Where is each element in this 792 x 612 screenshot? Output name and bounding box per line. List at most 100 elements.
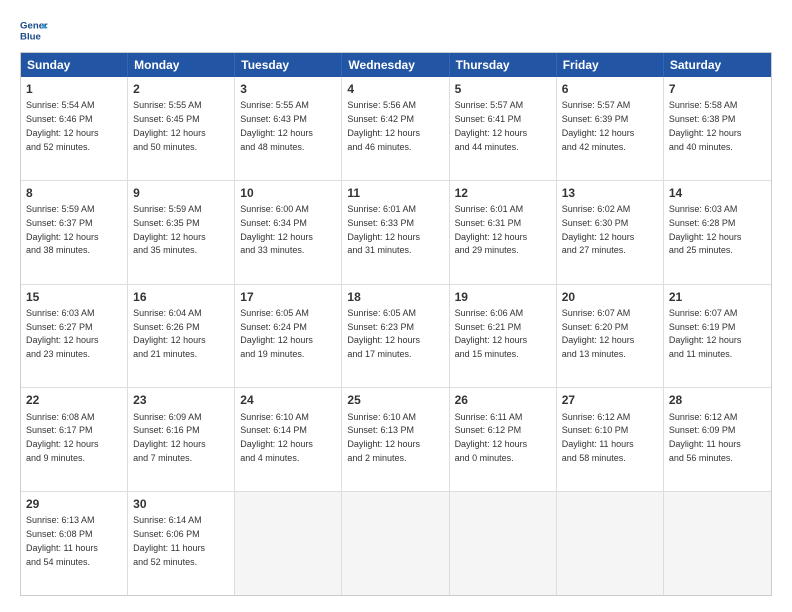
day-number: 10 — [240, 185, 336, 201]
day-number: 19 — [455, 289, 551, 305]
day-cell-15: 15 Sunrise: 6:03 AM Sunset: 6:27 PM Dayli… — [21, 285, 128, 388]
day-cell-27: 27 Sunrise: 6:12 AM Sunset: 6:10 PM Dayli… — [557, 388, 664, 491]
day-number: 22 — [26, 392, 122, 408]
calendar-page: General Blue SundayMondayTuesdayWednesda… — [0, 0, 792, 612]
empty-cell — [557, 492, 664, 595]
day-cell-21: 21 Sunrise: 6:07 AM Sunset: 6:19 PM Dayli… — [664, 285, 771, 388]
day-number: 2 — [133, 81, 229, 97]
day-info: Sunrise: 6:05 AM Sunset: 6:23 PM Dayligh… — [347, 308, 420, 359]
header-day-monday: Monday — [128, 53, 235, 77]
calendar-row-4: 22 Sunrise: 6:08 AM Sunset: 6:17 PM Dayli… — [21, 387, 771, 491]
day-number: 17 — [240, 289, 336, 305]
day-info: Sunrise: 6:11 AM Sunset: 6:12 PM Dayligh… — [455, 412, 528, 463]
day-info: Sunrise: 5:55 AM Sunset: 6:43 PM Dayligh… — [240, 100, 313, 151]
calendar-header: SundayMondayTuesdayWednesdayThursdayFrid… — [21, 53, 771, 77]
day-info: Sunrise: 6:13 AM Sunset: 6:08 PM Dayligh… — [26, 515, 98, 566]
day-info: Sunrise: 6:03 AM Sunset: 6:28 PM Dayligh… — [669, 204, 742, 255]
calendar-row-1: 1 Sunrise: 5:54 AM Sunset: 6:46 PM Daylig… — [21, 77, 771, 180]
day-cell-24: 24 Sunrise: 6:10 AM Sunset: 6:14 PM Dayli… — [235, 388, 342, 491]
header-day-tuesday: Tuesday — [235, 53, 342, 77]
day-info: Sunrise: 5:59 AM Sunset: 6:37 PM Dayligh… — [26, 204, 99, 255]
logo: General Blue — [20, 16, 52, 44]
day-number: 7 — [669, 81, 766, 97]
day-cell-9: 9 Sunrise: 5:59 AM Sunset: 6:35 PM Daylig… — [128, 181, 235, 284]
day-cell-30: 30Sunrise: 6:14 AM Sunset: 6:06 PM Dayli… — [128, 492, 235, 595]
day-number: 12 — [455, 185, 551, 201]
header-day-thursday: Thursday — [450, 53, 557, 77]
day-number: 14 — [669, 185, 766, 201]
day-number: 5 — [455, 81, 551, 97]
day-cell-23: 23Sunrise: 6:09 AM Sunset: 6:16 PM Dayli… — [128, 388, 235, 491]
day-cell-28: 28 Sunrise: 6:12 AM Sunset: 6:09 PM Dayli… — [664, 388, 771, 491]
day-cell-11: 11 Sunrise: 6:01 AM Sunset: 6:33 PM Dayli… — [342, 181, 449, 284]
day-number: 27 — [562, 392, 658, 408]
day-info: Sunrise: 6:07 AM Sunset: 6:20 PM Dayligh… — [562, 308, 635, 359]
day-info: Sunrise: 6:09 AM Sunset: 6:16 PM Dayligh… — [133, 412, 206, 463]
day-info: Sunrise: 6:01 AM Sunset: 6:33 PM Dayligh… — [347, 204, 420, 255]
day-cell-16: 16Sunrise: 6:04 AM Sunset: 6:26 PM Dayli… — [128, 285, 235, 388]
day-number: 1 — [26, 81, 122, 97]
day-number: 8 — [26, 185, 122, 201]
calendar-row-5: 29 Sunrise: 6:13 AM Sunset: 6:08 PM Dayli… — [21, 491, 771, 595]
day-info: Sunrise: 6:01 AM Sunset: 6:31 PM Dayligh… — [455, 204, 528, 255]
day-info: Sunrise: 5:59 AM Sunset: 6:35 PM Dayligh… — [133, 204, 206, 255]
day-number: 24 — [240, 392, 336, 408]
day-info: Sunrise: 5:55 AM Sunset: 6:45 PM Dayligh… — [133, 100, 206, 151]
day-number: 29 — [26, 496, 122, 512]
svg-text:Blue: Blue — [20, 32, 41, 43]
day-info: Sunrise: 6:07 AM Sunset: 6:19 PM Dayligh… — [669, 308, 742, 359]
empty-cell — [664, 492, 771, 595]
day-info: Sunrise: 6:12 AM Sunset: 6:09 PM Dayligh… — [669, 412, 741, 463]
day-number: 4 — [347, 81, 443, 97]
day-number: 9 — [133, 185, 229, 201]
day-cell-12: 12 Sunrise: 6:01 AM Sunset: 6:31 PM Dayli… — [450, 181, 557, 284]
day-number: 13 — [562, 185, 658, 201]
day-number: 26 — [455, 392, 551, 408]
calendar-row-2: 8 Sunrise: 5:59 AM Sunset: 6:37 PM Daylig… — [21, 180, 771, 284]
day-cell-7: 7 Sunrise: 5:58 AM Sunset: 6:38 PM Daylig… — [664, 77, 771, 180]
day-cell-6: 6 Sunrise: 5:57 AM Sunset: 6:39 PM Daylig… — [557, 77, 664, 180]
day-cell-13: 13 Sunrise: 6:02 AM Sunset: 6:30 PM Dayli… — [557, 181, 664, 284]
day-number: 20 — [562, 289, 658, 305]
day-number: 6 — [562, 81, 658, 97]
day-cell-26: 26 Sunrise: 6:11 AM Sunset: 6:12 PM Dayli… — [450, 388, 557, 491]
day-cell-29: 29 Sunrise: 6:13 AM Sunset: 6:08 PM Dayli… — [21, 492, 128, 595]
day-cell-18: 18 Sunrise: 6:05 AM Sunset: 6:23 PM Dayli… — [342, 285, 449, 388]
day-info: Sunrise: 6:12 AM Sunset: 6:10 PM Dayligh… — [562, 412, 634, 463]
day-info: Sunrise: 6:10 AM Sunset: 6:13 PM Dayligh… — [347, 412, 420, 463]
day-info: Sunrise: 5:57 AM Sunset: 6:41 PM Dayligh… — [455, 100, 528, 151]
day-cell-10: 10 Sunrise: 6:00 AM Sunset: 6:34 PM Dayli… — [235, 181, 342, 284]
day-cell-5: 5 Sunrise: 5:57 AM Sunset: 6:41 PM Daylig… — [450, 77, 557, 180]
day-info: Sunrise: 6:00 AM Sunset: 6:34 PM Dayligh… — [240, 204, 313, 255]
day-cell-22: 22 Sunrise: 6:08 AM Sunset: 6:17 PM Dayli… — [21, 388, 128, 491]
day-info: Sunrise: 5:56 AM Sunset: 6:42 PM Dayligh… — [347, 100, 420, 151]
day-info: Sunrise: 5:54 AM Sunset: 6:46 PM Dayligh… — [26, 100, 99, 151]
calendar: SundayMondayTuesdayWednesdayThursdayFrid… — [20, 52, 772, 596]
day-info: Sunrise: 6:02 AM Sunset: 6:30 PM Dayligh… — [562, 204, 635, 255]
logo-icon: General Blue — [20, 16, 48, 44]
day-cell-19: 19 Sunrise: 6:06 AM Sunset: 6:21 PM Dayli… — [450, 285, 557, 388]
day-info: Sunrise: 6:10 AM Sunset: 6:14 PM Dayligh… — [240, 412, 313, 463]
day-number: 21 — [669, 289, 766, 305]
day-number: 28 — [669, 392, 766, 408]
day-cell-20: 20 Sunrise: 6:07 AM Sunset: 6:20 PM Dayli… — [557, 285, 664, 388]
day-cell-8: 8 Sunrise: 5:59 AM Sunset: 6:37 PM Daylig… — [21, 181, 128, 284]
day-info: Sunrise: 6:14 AM Sunset: 6:06 PM Dayligh… — [133, 515, 205, 566]
day-cell-1: 1 Sunrise: 5:54 AM Sunset: 6:46 PM Daylig… — [21, 77, 128, 180]
day-number: 16 — [133, 289, 229, 305]
day-number: 3 — [240, 81, 336, 97]
day-info: Sunrise: 5:58 AM Sunset: 6:38 PM Dayligh… — [669, 100, 742, 151]
day-info: Sunrise: 6:08 AM Sunset: 6:17 PM Dayligh… — [26, 412, 99, 463]
day-number: 15 — [26, 289, 122, 305]
day-number: 18 — [347, 289, 443, 305]
day-number: 11 — [347, 185, 443, 201]
header-day-saturday: Saturday — [664, 53, 771, 77]
day-info: Sunrise: 5:57 AM Sunset: 6:39 PM Dayligh… — [562, 100, 635, 151]
day-cell-17: 17Sunrise: 6:05 AM Sunset: 6:24 PM Dayli… — [235, 285, 342, 388]
header-day-wednesday: Wednesday — [342, 53, 449, 77]
page-header: General Blue — [20, 16, 772, 44]
day-info: Sunrise: 6:06 AM Sunset: 6:21 PM Dayligh… — [455, 308, 528, 359]
calendar-body: 1 Sunrise: 5:54 AM Sunset: 6:46 PM Daylig… — [21, 77, 771, 595]
day-info: Sunrise: 6:03 AM Sunset: 6:27 PM Dayligh… — [26, 308, 99, 359]
header-day-sunday: Sunday — [21, 53, 128, 77]
